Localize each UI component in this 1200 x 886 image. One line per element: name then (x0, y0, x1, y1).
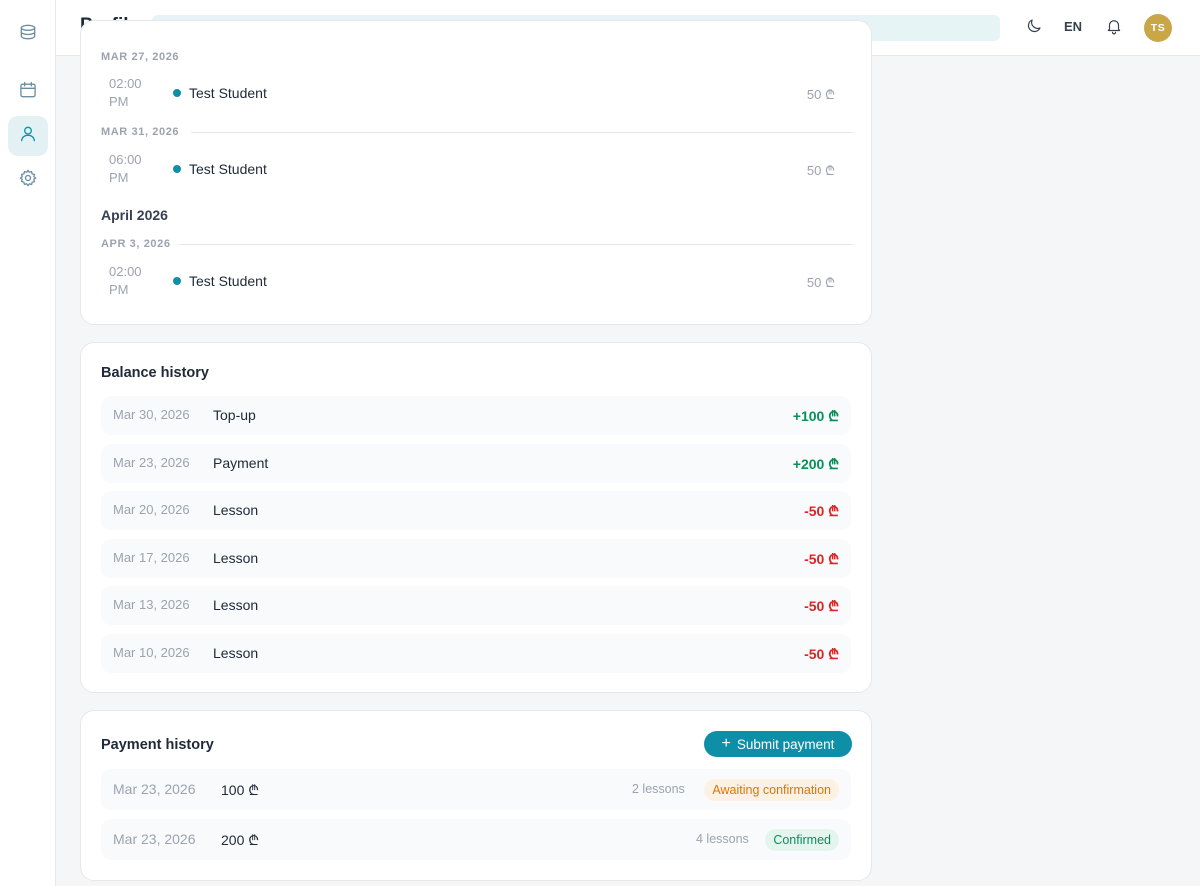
row-amount: +200 ₾ (792, 456, 839, 472)
wallet-icon (18, 22, 38, 47)
lesson-price: 50 ₾ (806, 275, 835, 290)
payment-lessons: 4 lessons (696, 832, 749, 846)
lessons-card: MAR 27, 2026 02:00 PM Test Student 50 ₾ M… (80, 20, 872, 325)
balance-history-card: Balance history Mar 30, 2026 Top-up +100… (80, 342, 872, 693)
month-heading: April 2026 (101, 207, 168, 223)
date-heading: MAR 31, 2026 (101, 126, 180, 138)
row-amount: -50 ₾ (804, 503, 839, 519)
row-date: Mar 23, 2026 (113, 455, 190, 470)
row-date: Mar 30, 2026 (113, 407, 190, 422)
lesson-time: 06:00 PM (109, 152, 142, 185)
row-date: Mar 20, 2026 (113, 502, 190, 517)
submit-payment-button[interactable]: + Submit payment (704, 731, 852, 757)
payment-date: Mar 23, 2026 (113, 831, 196, 847)
lesson-student[interactable]: Test Student (189, 85, 267, 101)
gear-icon (18, 168, 38, 193)
row-amount: -50 ₾ (804, 551, 839, 567)
row-label: Lesson (213, 645, 259, 661)
payment-amount: 200 ₾ (221, 832, 260, 848)
list-item: Mar 23, 2026 Payment +200 ₾ (101, 444, 851, 483)
language-switcher[interactable]: EN (1064, 19, 1082, 34)
row-amount: -50 ₾ (804, 646, 839, 662)
status-dot (173, 89, 181, 97)
list-item: Mar 20, 2026 Lesson -50 ₾ (101, 491, 851, 530)
row-label: Lesson (213, 597, 259, 613)
notifications-button[interactable] (1102, 16, 1126, 40)
payment-history-title: Payment history (101, 737, 214, 753)
sidebar-item-settings[interactable] (8, 160, 48, 200)
payment-date: Mar 23, 2026 (113, 781, 196, 797)
user-icon (18, 124, 38, 149)
bell-icon (1105, 17, 1123, 40)
avatar[interactable]: TS (1144, 14, 1172, 42)
list-item: Mar 13, 2026 Lesson -50 ₾ (101, 586, 851, 625)
table-row: Mar 23, 2026 200 ₾ 4 lessons Confirmed (101, 819, 851, 860)
payment-amount: 100 ₾ (221, 782, 260, 798)
lesson-price: 50 ₾ (806, 163, 835, 178)
date-heading: MAR 27, 2026 (101, 51, 180, 63)
balance-history-title: Balance history (101, 365, 209, 381)
moon-icon (1025, 17, 1043, 40)
theme-toggle-button[interactable] (1022, 16, 1046, 40)
sidebar (0, 0, 56, 886)
lesson-price: 50 ₾ (806, 87, 835, 102)
row-date: Mar 10, 2026 (113, 645, 190, 660)
row-label: Top-up (213, 407, 256, 423)
list-item: Mar 30, 2026 Top-up +100 ₾ (101, 396, 851, 435)
list-item: Mar 10, 2026 Lesson -50 ₾ (101, 634, 851, 673)
lesson-student[interactable]: Test Student (189, 273, 267, 289)
divider (179, 244, 853, 245)
status-dot (173, 165, 181, 173)
lesson-time: 02:00 PM (109, 264, 142, 297)
date-heading: APR 3, 2026 (101, 238, 171, 250)
row-amount: +100 ₾ (792, 408, 839, 424)
submit-payment-label: Submit payment (736, 736, 835, 752)
row-amount: -50 ₾ (804, 598, 839, 614)
sidebar-item-wallet[interactable] (8, 14, 48, 54)
sidebar-item-calendar[interactable] (8, 72, 48, 112)
row-label: Lesson (213, 550, 259, 566)
payment-history-card: Payment history + Submit payment Mar 23,… (80, 710, 872, 881)
status-badge: Confirmed (765, 829, 839, 851)
list-item: Mar 17, 2026 Lesson -50 ₾ (101, 539, 851, 578)
table-row: Mar 23, 2026 100 ₾ 2 lessons Awaiting co… (101, 769, 851, 810)
status-dot (173, 277, 181, 285)
calendar-icon (18, 80, 38, 105)
row-date: Mar 17, 2026 (113, 550, 190, 565)
plus-icon: + (721, 735, 731, 752)
divider (191, 132, 853, 133)
sidebar-item-profile[interactable] (8, 116, 48, 156)
lesson-time: 02:00 PM (109, 76, 142, 109)
payment-lessons: 2 lessons (632, 782, 685, 796)
row-date: Mar 13, 2026 (113, 597, 190, 612)
lesson-student[interactable]: Test Student (189, 161, 267, 177)
row-label: Lesson (213, 502, 259, 518)
status-badge: Awaiting confirmation (704, 779, 839, 801)
row-label: Payment (213, 455, 269, 471)
